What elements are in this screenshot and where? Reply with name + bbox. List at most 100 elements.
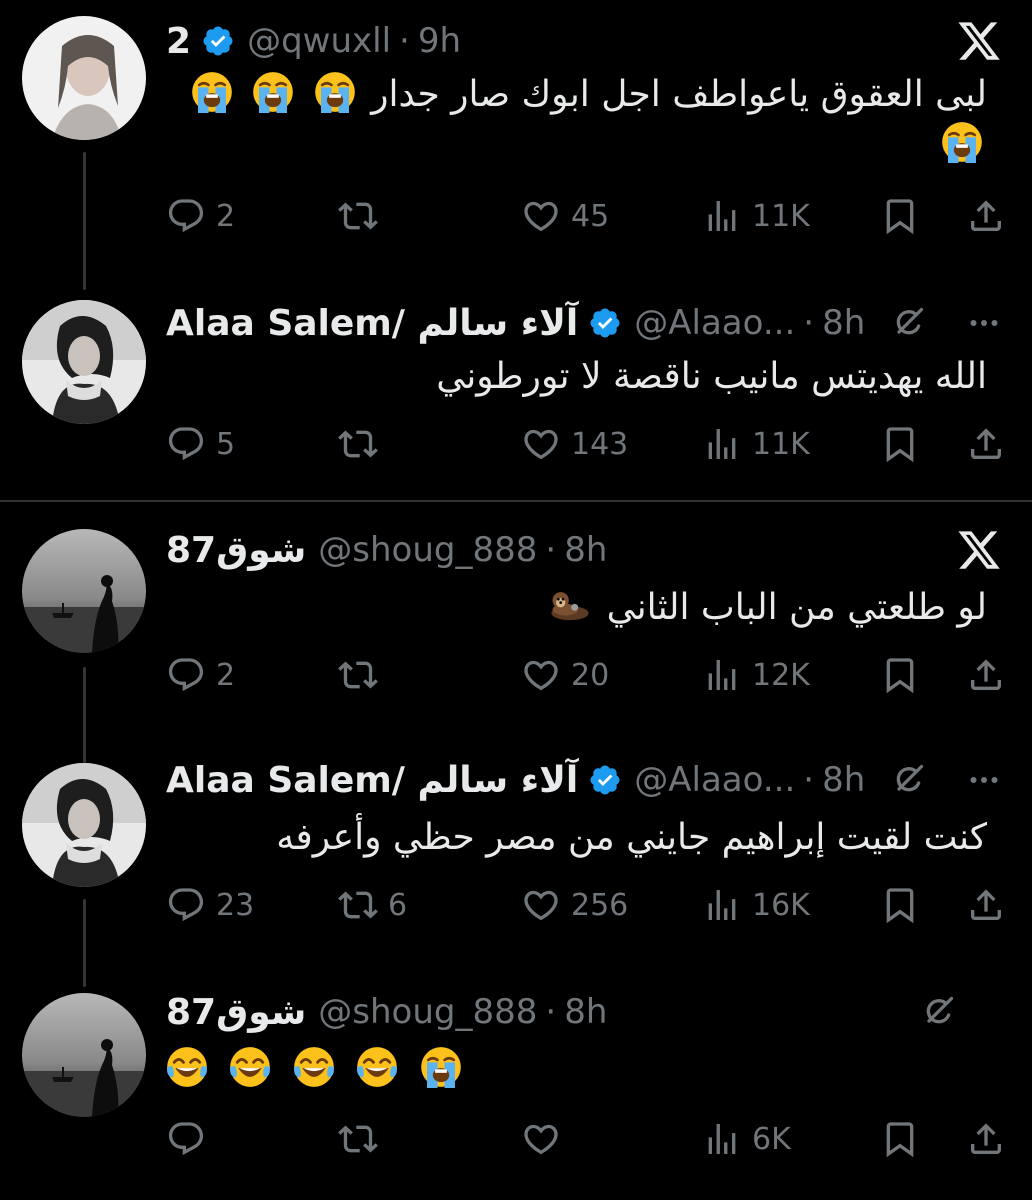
tweet-text-body: لبى العقوق ياعواطف اجل ابوك صار جدار	[371, 74, 987, 115]
retweet-button[interactable]	[338, 188, 388, 244]
tweet-text-body: الله يهديتس مانيب ناقصة لا تورطوني	[436, 356, 987, 397]
grok-icon[interactable]	[920, 994, 956, 1030]
avatar[interactable]	[22, 763, 146, 887]
grok-icon[interactable]	[890, 305, 926, 341]
views-button[interactable]: 12K	[702, 647, 810, 703]
user-handle[interactable]: @shoug_888	[318, 530, 537, 570]
tweet-header: شوق87 @shoug_888 · 8h	[166, 987, 1002, 1037]
retweet-icon	[338, 1119, 378, 1159]
reply-button[interactable]	[166, 1111, 216, 1167]
face-with-tears-of-joy-icon	[166, 1046, 208, 1088]
like-count: 256	[571, 887, 629, 923]
tweet-text: الله يهديتس مانيب ناقصة لا تورطوني	[166, 352, 987, 402]
face-with-tears-of-joy-icon	[356, 1046, 398, 1088]
loudly-crying-face-icon	[191, 71, 233, 113]
display-name[interactable]: Alaa Salem/ آلاء سالم	[166, 760, 578, 801]
more-options-icon[interactable]	[966, 305, 1002, 341]
views-button[interactable]: 11K	[702, 188, 810, 244]
like-button[interactable]: 20	[521, 647, 609, 703]
reply-icon	[166, 885, 206, 925]
view-count: 16K	[752, 887, 810, 923]
reply-icon	[166, 196, 206, 236]
tweet[interactable]: شوق87 @shoug_888 · 8h لو طلعتي من الباب …	[0, 525, 1032, 763]
reply-count: 2	[216, 657, 236, 693]
like-button[interactable]: 45	[521, 188, 609, 244]
more-options-icon[interactable]	[966, 762, 1002, 798]
bookmark-icon	[880, 1119, 920, 1159]
user-handle[interactable]: @Alaao...	[634, 303, 795, 343]
reply-count: 23	[216, 887, 255, 923]
share-icon	[966, 655, 1006, 695]
like-icon	[521, 1119, 561, 1159]
views-button[interactable]: 16K	[702, 877, 810, 933]
share-button[interactable]	[966, 188, 1006, 244]
like-button[interactable]	[521, 1111, 571, 1167]
verified-badge-icon	[588, 306, 622, 340]
tweet-actions: 2 20 12K	[166, 647, 1006, 703]
avatar[interactable]	[22, 529, 146, 653]
display-name[interactable]: 2	[166, 21, 191, 62]
avatar[interactable]	[22, 16, 146, 140]
bookmark-icon	[880, 885, 920, 925]
timestamp[interactable]: 8h	[564, 530, 607, 570]
share-button[interactable]	[966, 416, 1006, 472]
thread-line	[83, 152, 86, 290]
tweet[interactable]: Alaa Salem/ آلاء سالم @Alaao... · 8h الل…	[0, 298, 1032, 488]
x-logo-icon	[956, 18, 1002, 64]
reply-button[interactable]: 5	[166, 416, 235, 472]
retweet-icon	[338, 196, 378, 236]
user-handle[interactable]: @qwuxll	[247, 21, 391, 61]
thread: 2 @qwuxll · 9h لبى العقوق ياعواطف اجل اب…	[0, 0, 1032, 500]
timestamp[interactable]: 8h	[822, 760, 865, 800]
share-button[interactable]	[966, 1111, 1006, 1167]
like-count: 45	[571, 198, 610, 234]
bookmark-button[interactable]	[880, 1111, 920, 1167]
share-button[interactable]	[966, 877, 1006, 933]
tweet[interactable]: 2 @qwuxll · 9h لبى العقوق ياعواطف اجل اب…	[0, 16, 1032, 290]
reply-button[interactable]: 2	[166, 188, 235, 244]
tweet[interactable]: شوق87 @shoug_888 · 8h 6K	[0, 987, 1032, 1187]
display-name[interactable]: Alaa Salem/ آلاء سالم	[166, 303, 578, 344]
retweet-button[interactable]: 6	[338, 877, 407, 933]
bookmark-button[interactable]	[880, 416, 920, 472]
reply-button[interactable]: 2	[166, 647, 235, 703]
user-handle[interactable]: @Alaao...	[634, 760, 795, 800]
tweet-actions: 5 143 11K	[166, 416, 1006, 472]
avatar[interactable]	[22, 993, 146, 1117]
loudly-crying-face-icon	[252, 71, 294, 113]
like-count: 143	[571, 426, 629, 462]
timestamp[interactable]: 9h	[418, 21, 461, 61]
bookmark-button[interactable]	[880, 877, 920, 933]
timestamp[interactable]: 8h	[564, 992, 607, 1032]
reply-button[interactable]: 23	[166, 877, 254, 933]
views-icon	[702, 1119, 742, 1159]
tweet-actions: 2 45 11K	[166, 188, 1006, 244]
avatar[interactable]	[22, 300, 146, 424]
retweet-button[interactable]	[338, 1111, 388, 1167]
separator-dot: ·	[803, 760, 815, 800]
timestamp[interactable]: 8h	[822, 303, 865, 343]
like-button[interactable]: 256	[521, 877, 628, 933]
retweet-icon	[338, 885, 378, 925]
like-icon	[521, 424, 561, 464]
bookmark-button[interactable]	[880, 188, 920, 244]
retweet-button[interactable]	[338, 416, 388, 472]
reply-count: 2	[216, 198, 236, 234]
tweet[interactable]: Alaa Salem/ آلاء سالم @Alaao... · 8h كنت…	[0, 755, 1032, 987]
user-handle[interactable]: @shoug_888	[318, 992, 537, 1032]
face-with-tears-of-joy-icon	[229, 1046, 271, 1088]
face-with-tears-of-joy-icon	[293, 1046, 335, 1088]
retweet-button[interactable]	[338, 647, 388, 703]
grok-icon[interactable]	[890, 762, 926, 798]
share-button[interactable]	[966, 647, 1006, 703]
retweet-count: 6	[388, 887, 408, 923]
display-name[interactable]: شوق87	[166, 530, 306, 571]
verified-badge-icon	[201, 24, 235, 58]
bookmark-icon	[880, 655, 920, 695]
like-button[interactable]: 143	[521, 416, 628, 472]
views-button[interactable]: 6K	[702, 1111, 791, 1167]
views-button[interactable]: 11K	[702, 416, 810, 472]
loudly-crying-face-icon	[420, 1046, 462, 1088]
bookmark-button[interactable]	[880, 647, 920, 703]
display-name[interactable]: شوق87	[166, 992, 306, 1033]
